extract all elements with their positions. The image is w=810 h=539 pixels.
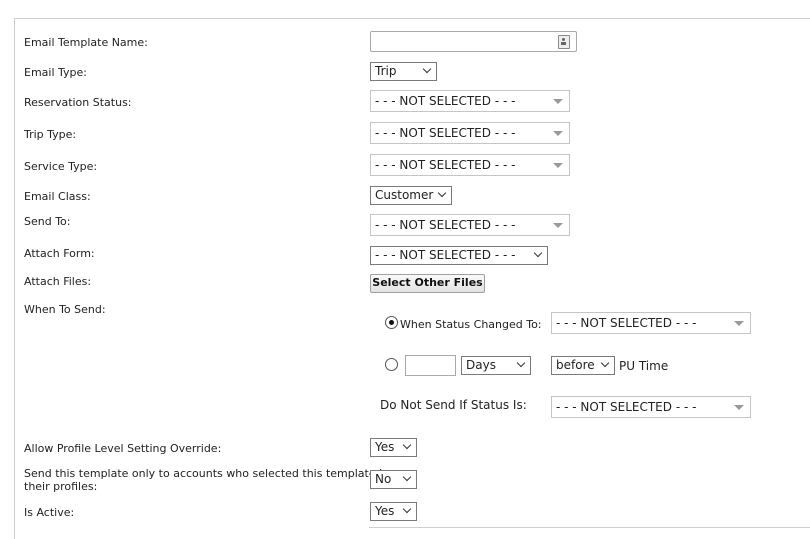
chevron-down-icon — [516, 358, 526, 368]
pu-time-label: PU Time — [619, 359, 669, 373]
dropdown-arrow-icon — [553, 131, 563, 136]
status-changed-radio[interactable] — [385, 316, 398, 329]
attach-form-value: - - - NOT SELECTED - - - — [375, 248, 516, 262]
bottom-divider — [369, 527, 810, 528]
reservation-status-value: - - - NOT SELECTED - - - — [375, 94, 516, 108]
select-other-files-button[interactable]: Select Other Files — [370, 274, 485, 293]
label-send-to: Send To: — [24, 215, 71, 228]
days-count-input[interactable] — [405, 355, 456, 376]
is-active-value: Yes — [375, 504, 395, 518]
do-not-send-value: - - - NOT SELECTED - - - — [556, 400, 697, 414]
dropdown-arrow-icon — [734, 405, 744, 410]
status-changed-value: - - - NOT SELECTED - - - — [556, 316, 697, 330]
attach-form-select[interactable]: - - - NOT SELECTED - - - — [370, 246, 548, 265]
label-is-active: Is Active: — [24, 506, 75, 519]
label-template-name: Email Template Name: — [24, 36, 148, 49]
label-email-type: Email Type: — [24, 66, 87, 79]
before-after-value: before — [556, 358, 595, 372]
days-offset-radio[interactable] — [385, 358, 398, 371]
template-name-input[interactable] — [370, 31, 577, 52]
dropdown-arrow-icon — [553, 223, 563, 228]
dropdown-arrow-icon — [553, 163, 563, 168]
email-class-value: Customer — [375, 188, 434, 202]
label-attach-files: Attach Files: — [24, 275, 92, 288]
send-only-select[interactable]: No — [370, 470, 417, 489]
label-send-only-line2: their profiles: — [24, 480, 98, 493]
label-email-class: Email Class: — [24, 190, 91, 203]
contact-card-icon[interactable] — [558, 35, 570, 49]
allow-override-select[interactable]: Yes — [370, 438, 417, 457]
is-active-select[interactable]: Yes — [370, 502, 417, 521]
label-allow-override: Allow Profile Level Setting Override: — [24, 442, 222, 455]
do-not-send-label: Do Not Send If Status Is: — [380, 398, 527, 412]
chevron-down-icon — [422, 64, 432, 74]
send-only-value: No — [375, 472, 392, 486]
chevron-down-icon — [533, 248, 543, 258]
email-class-select[interactable]: Customer — [370, 186, 452, 205]
label-when-to-send: When To Send: — [24, 303, 106, 316]
send-to-dropdown[interactable]: - - - NOT SELECTED - - - — [370, 214, 570, 236]
label-attach-form: Attach Form: — [24, 247, 95, 260]
email-type-select[interactable]: Trip — [370, 62, 437, 81]
label-send-only-line1: Send this template only to accounts who … — [24, 467, 390, 480]
trip-type-dropdown[interactable]: - - - NOT SELECTED - - - — [370, 122, 570, 144]
label-reservation-status: Reservation Status: — [24, 96, 132, 109]
label-trip-type: Trip Type: — [24, 128, 77, 141]
service-type-value: - - - NOT SELECTED - - - — [375, 158, 516, 172]
status-changed-dropdown[interactable]: - - - NOT SELECTED - - - — [551, 312, 751, 334]
chevron-down-icon — [402, 440, 412, 450]
service-type-dropdown[interactable]: - - - NOT SELECTED - - - — [370, 154, 570, 176]
before-after-select[interactable]: before — [551, 356, 615, 375]
days-unit-select[interactable]: Days — [461, 356, 531, 375]
status-changed-label: When Status Changed To: — [400, 318, 542, 331]
chevron-down-icon — [402, 472, 412, 482]
send-to-value: - - - NOT SELECTED - - - — [375, 218, 516, 232]
chevron-down-icon — [437, 188, 447, 198]
chevron-down-icon — [600, 358, 610, 368]
chevron-down-icon — [402, 504, 412, 514]
trip-type-value: - - - NOT SELECTED - - - — [375, 126, 516, 140]
email-type-value: Trip — [375, 64, 397, 78]
days-unit-value: Days — [466, 358, 496, 372]
dropdown-arrow-icon — [734, 321, 744, 326]
allow-override-value: Yes — [375, 440, 395, 454]
dropdown-arrow-icon — [553, 99, 563, 104]
do-not-send-dropdown[interactable]: - - - NOT SELECTED - - - — [551, 396, 751, 418]
reservation-status-dropdown[interactable]: - - - NOT SELECTED - - - — [370, 90, 570, 112]
label-service-type: Service Type: — [24, 160, 98, 173]
